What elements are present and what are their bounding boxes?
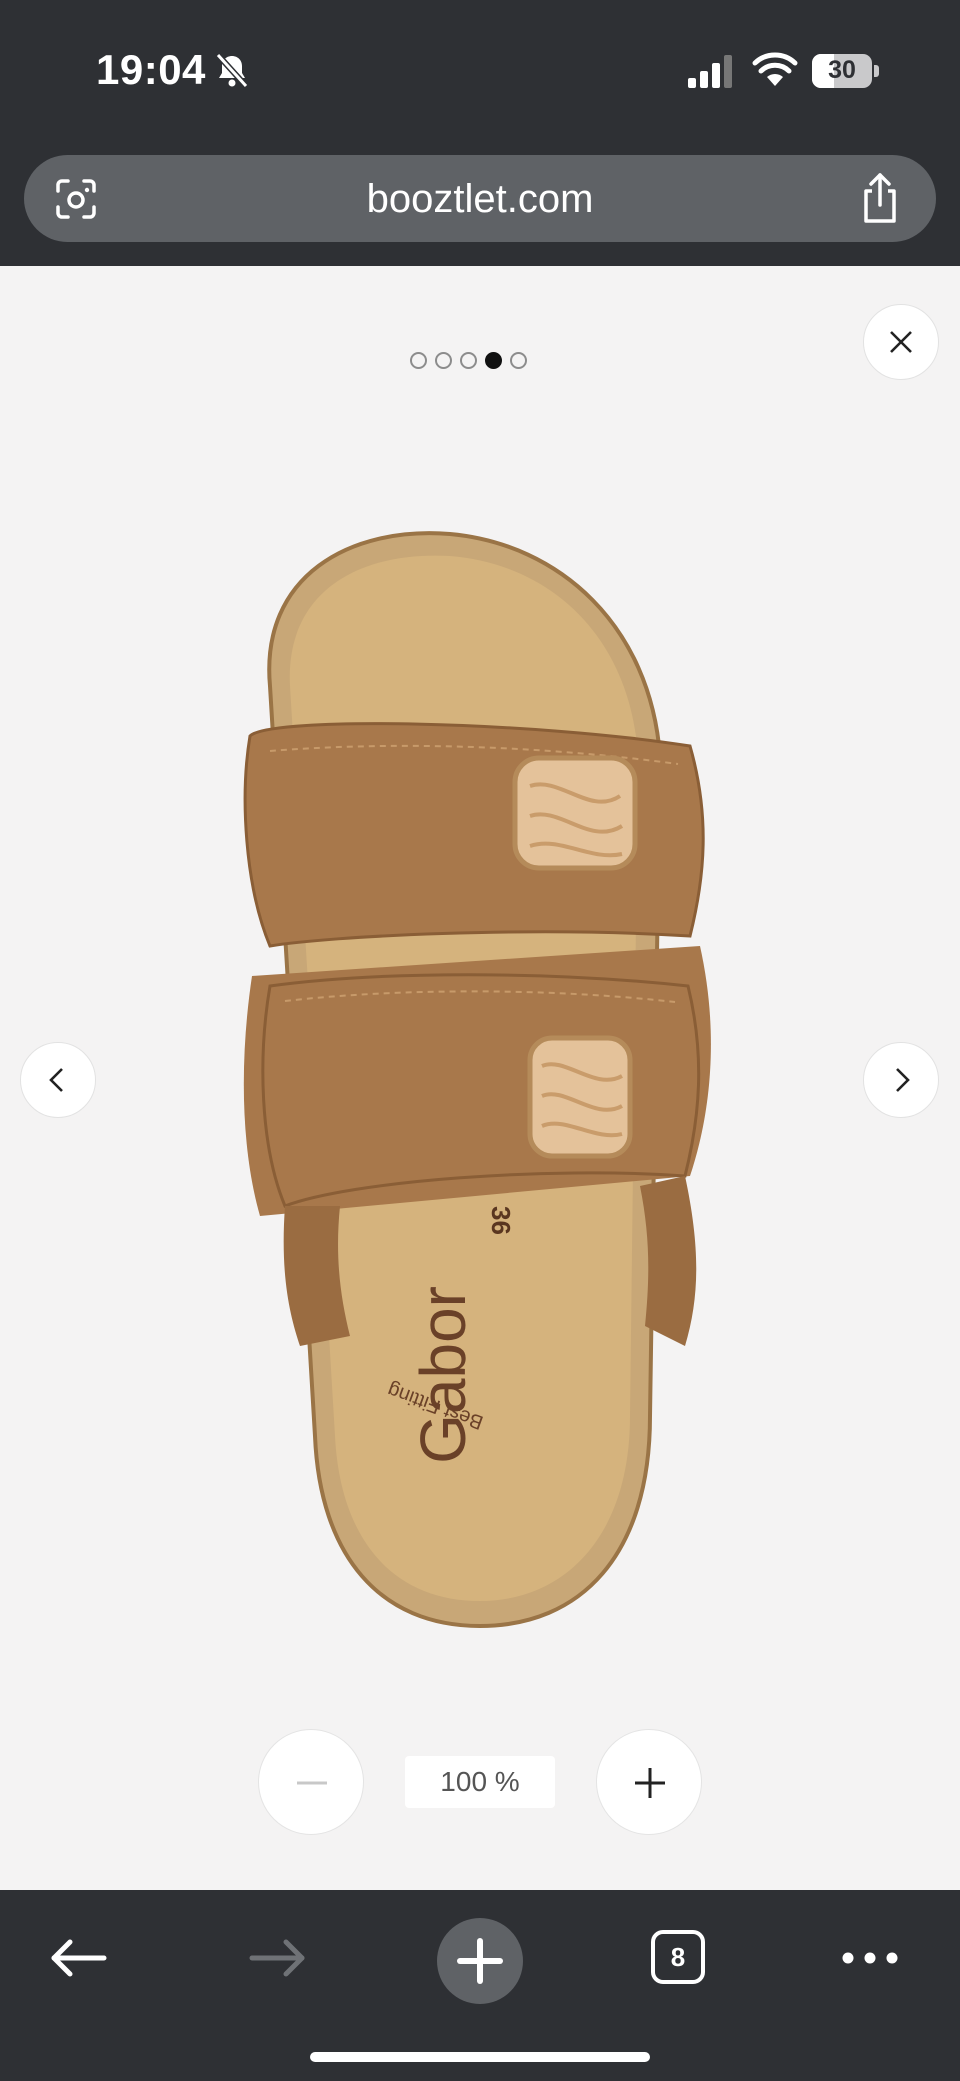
status-bar: 19:04 30: [0, 0, 960, 138]
chevron-right-icon: [896, 1068, 910, 1092]
more-menu-button[interactable]: [830, 1918, 910, 1998]
arrow-left-icon: [51, 1939, 107, 1977]
plus-icon: [457, 1938, 503, 1984]
battery-percent: 30: [828, 56, 856, 84]
zoom-out-button[interactable]: [258, 1729, 364, 1835]
browser-header: booztlet.com: [0, 138, 960, 266]
next-image-button[interactable]: [863, 1042, 939, 1118]
url-text[interactable]: booztlet.com: [24, 177, 936, 222]
product-image[interactable]: 36 Gabor Best Fitting: [230, 516, 730, 1646]
plus-icon: [635, 1768, 665, 1798]
close-button[interactable]: [863, 304, 939, 380]
status-time: 19:04: [96, 46, 206, 93]
carousel-dot[interactable]: [460, 352, 477, 369]
silent-bell-icon: [215, 52, 249, 89]
carousel-dot[interactable]: [410, 352, 427, 369]
battery-tip: [874, 65, 879, 77]
image-viewer: 36 Gabor Best Fitting 100 %: [0, 266, 960, 1890]
share-icon[interactable]: [856, 171, 904, 225]
address-bar[interactable]: booztlet.com: [24, 155, 936, 242]
arrow-right-icon: [249, 1939, 305, 1977]
carousel-dot-active[interactable]: [485, 352, 502, 369]
close-icon: [890, 331, 912, 353]
chevron-left-icon: [49, 1068, 63, 1092]
tab-switcher-button[interactable]: 8: [651, 1930, 705, 1984]
carousel-indicator[interactable]: [410, 352, 527, 376]
previous-image-button[interactable]: [20, 1042, 96, 1118]
product-size-text: 36: [486, 1206, 516, 1235]
more-dots-icon: [842, 1952, 898, 1964]
battery-indicator: 30: [812, 54, 880, 88]
forward-button[interactable]: [238, 1918, 318, 1998]
product-brand-text: Gabor: [407, 1286, 479, 1464]
minus-icon: [297, 1781, 327, 1785]
cellular-signal-icon: [688, 55, 732, 88]
zoom-level: 100 %: [405, 1756, 555, 1808]
home-indicator[interactable]: [310, 2052, 650, 2062]
carousel-dot[interactable]: [435, 352, 452, 369]
back-button[interactable]: [38, 1918, 118, 1998]
carousel-dot[interactable]: [510, 352, 527, 369]
zoom-in-button[interactable]: [596, 1729, 702, 1835]
new-tab-button[interactable]: [437, 1918, 523, 2004]
browser-toolbar: 8: [0, 1890, 960, 2081]
wifi-icon: [752, 52, 798, 86]
